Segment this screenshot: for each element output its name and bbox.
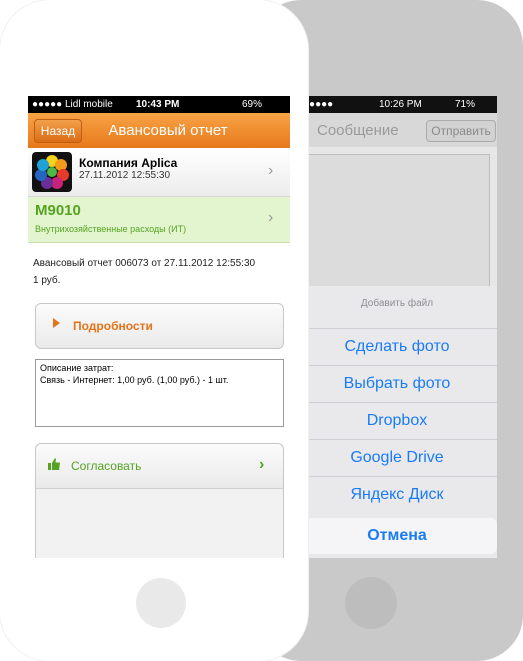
- thumbs-up-icon: [48, 458, 60, 473]
- company-date: 27.11.2012 12:55:30: [79, 170, 171, 181]
- expense-title: Описание затрат:: [40, 363, 114, 373]
- back-home-button: [345, 577, 397, 629]
- google-drive-option[interactable]: Google Drive: [297, 439, 497, 476]
- yandex-disk-option[interactable]: Яндекс Диск: [297, 476, 497, 513]
- back-nav-bar: Сообщение Отправить: [297, 113, 497, 147]
- expense-description-field[interactable]: Описание затрат: Связь - Интернет: 1,00 …: [35, 359, 284, 427]
- battery-level: 69%: [242, 99, 263, 110]
- front-phone-screen: ●●●●● Lidl mobile 10:43 PM 69% Назад Ава…: [28, 96, 290, 558]
- approve-button[interactable]: Согласовать ›: [36, 444, 283, 489]
- nav-title: Сообщение: [317, 122, 399, 139]
- report-line: Авансовый отчет 006073 от 27.11.2012 12:…: [33, 258, 256, 269]
- triangle-right-icon: [53, 318, 60, 328]
- expense-text: Связь - Интернет: 1,00 руб. (1,00 руб.) …: [40, 375, 229, 385]
- flower-logo-icon: [35, 155, 69, 189]
- take-photo-option[interactable]: Сделать фото: [297, 328, 497, 365]
- company-name: Компания Aplica: [79, 156, 178, 170]
- page-title: Авансовый отчет: [108, 122, 228, 139]
- add-file-action-sheet: Добавить файл Сделать фото Выбрать фото …: [297, 286, 497, 558]
- nav-bar: Назад Авансовый отчет: [28, 113, 290, 148]
- company-logo: [32, 152, 72, 192]
- battery-level: 71%: [455, 99, 476, 110]
- back-status-bar: ●●●●● 10:26 PM 71%: [297, 96, 497, 113]
- action-sheet-title: Добавить файл: [360, 298, 434, 309]
- carrier-label: ●●●●● Lidl mobile: [32, 99, 113, 110]
- send-button[interactable]: Отправить: [426, 120, 496, 142]
- chevron-right-icon: ›: [259, 456, 265, 473]
- amount-line: 1 руб.: [33, 275, 61, 286]
- dropbox-option[interactable]: Dropbox: [297, 402, 497, 439]
- approve-panel: Согласовать ›: [35, 443, 284, 558]
- cost-center-row[interactable]: M9010 Внутрихозяйственные расходы (ИТ) ›: [28, 197, 290, 243]
- approve-label: Согласовать: [71, 459, 142, 473]
- cost-center-code: M9010: [35, 202, 81, 219]
- back-phone-screen: ●●●●● 10:26 PM 71% Сообщение Отправить Д…: [297, 96, 497, 558]
- back-button[interactable]: Назад: [34, 119, 82, 143]
- company-row[interactable]: Компания Aplica 27.11.2012 12:55:30 ›: [28, 148, 290, 197]
- cost-center-description: Внутрихозяйственные расходы (ИТ): [35, 224, 187, 234]
- status-time: 10:43 PM: [136, 99, 180, 110]
- cancel-button[interactable]: Отмена: [297, 518, 497, 554]
- details-label: Подробности: [73, 319, 153, 333]
- front-home-button: [136, 578, 186, 628]
- chevron-right-icon: ›: [268, 162, 274, 179]
- chevron-right-icon: ›: [268, 209, 274, 226]
- details-button[interactable]: Подробности: [35, 303, 284, 349]
- status-bar: ●●●●● Lidl mobile 10:43 PM 69%: [28, 96, 290, 113]
- choose-photo-option[interactable]: Выбрать фото: [297, 365, 497, 402]
- status-time: 10:26 PM: [379, 99, 422, 110]
